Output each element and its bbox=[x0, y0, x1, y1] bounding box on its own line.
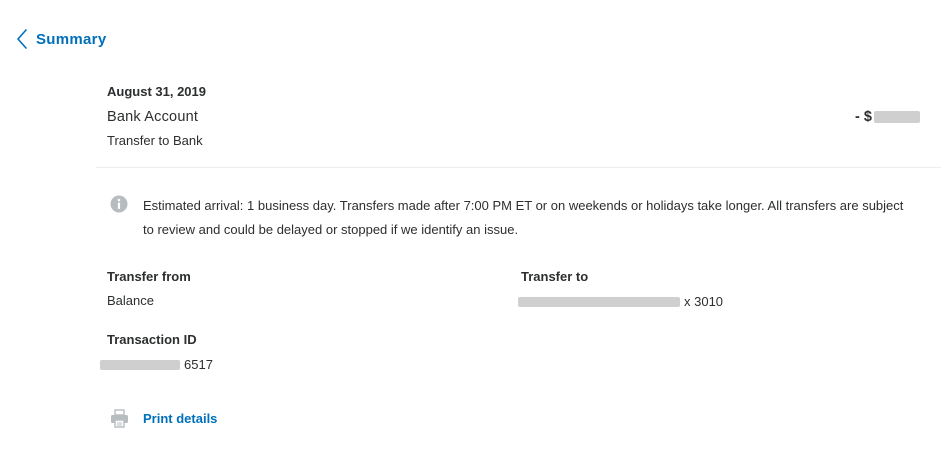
transaction-amount: - $ bbox=[855, 109, 920, 125]
transfer-to-value: x 3010 bbox=[518, 294, 723, 309]
transfer-from-label: Transfer from bbox=[107, 269, 191, 284]
redacted-account bbox=[518, 296, 680, 307]
transfer-to-label: Transfer to bbox=[521, 269, 589, 284]
transfer-from-value: Balance bbox=[107, 293, 154, 308]
amount-prefix: - $ bbox=[855, 109, 872, 125]
redacted-amount bbox=[873, 111, 920, 123]
arrival-notice: Estimated arrival: 1 business day. Trans… bbox=[143, 198, 904, 237]
chevron-left-icon bbox=[16, 28, 28, 50]
transaction-date: August 31, 2019 bbox=[107, 84, 206, 99]
transaction-id-label: Transaction ID bbox=[107, 332, 197, 347]
print-details-link[interactable]: Print details bbox=[143, 411, 217, 426]
printer-icon[interactable] bbox=[110, 409, 129, 428]
info-icon bbox=[110, 195, 128, 213]
redacted-transaction-id bbox=[100, 359, 180, 370]
account-suffix: x 3010 bbox=[684, 294, 724, 309]
transaction-type: Transfer to Bank bbox=[107, 133, 203, 148]
account-name: Bank Account bbox=[107, 109, 199, 125]
transaction-id-suffix: 6517 bbox=[184, 357, 213, 372]
transaction-id-value: 6517 bbox=[100, 357, 213, 372]
divider bbox=[96, 167, 941, 168]
back-link[interactable]: Summary bbox=[16, 26, 106, 52]
back-label: Summary bbox=[36, 30, 107, 48]
